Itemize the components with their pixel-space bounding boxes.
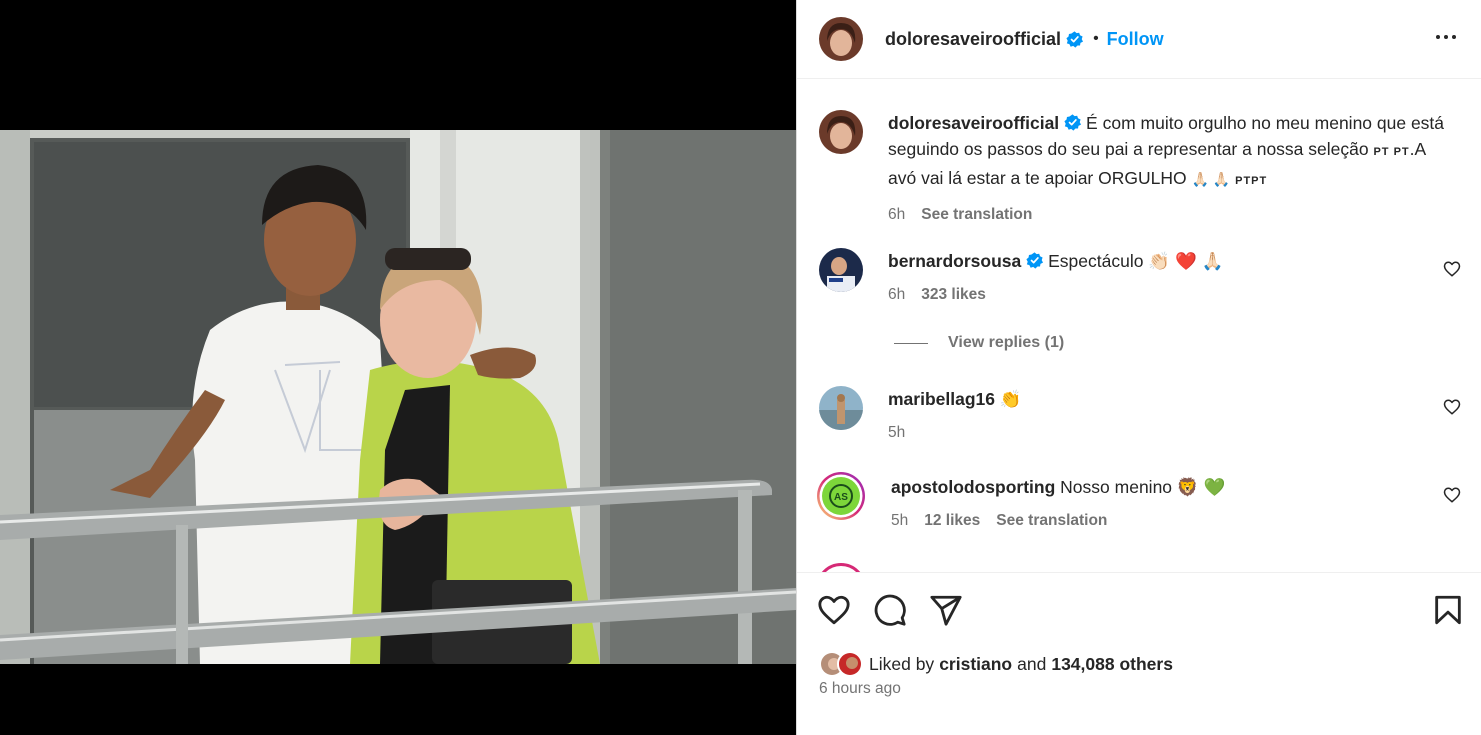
comment-body: bernardorsousa Espectáculo 👏🏻 ❤️ 🙏🏻 6h 3… [888, 248, 1443, 308]
comment-time[interactable]: 5h [888, 420, 905, 446]
comment-emoji: 👏 [999, 389, 1022, 409]
comment-row: maribellag16 👏 5h [819, 386, 1461, 446]
flag-text-1: PT PT [1373, 146, 1410, 158]
avatar-image [819, 110, 863, 154]
follow-button[interactable]: Follow [1107, 29, 1164, 50]
avatar-image [819, 386, 863, 430]
commenter-avatar[interactable] [819, 386, 863, 430]
caption: doloresaveiroofficial É com muito orgulh… [819, 110, 1459, 228]
svg-text:AS: AS [834, 492, 848, 503]
comment-likes[interactable]: 12 likes [924, 508, 980, 534]
caption-avatar[interactable] [819, 110, 863, 154]
avatar-image [819, 248, 863, 292]
separator-dot: • [1093, 30, 1099, 47]
post-media [0, 0, 796, 735]
post-header: doloresaveiroofficial • Follow [797, 0, 1481, 79]
avatar-image [819, 17, 863, 61]
comment-row: AS apostolodosporting Nosso menino 🦁 💚 5… [816, 471, 1461, 534]
verified-badge-icon [1066, 30, 1084, 48]
post-side-panel: doloresaveiroofficial • Follow doloresav… [796, 0, 1481, 735]
comment-text: Espectáculo [1048, 251, 1144, 271]
comment-like-heart-icon[interactable] [1443, 486, 1461, 504]
comment-time[interactable]: 6h [888, 282, 905, 308]
photo-illustration [0, 130, 796, 664]
caption-emoji: 🙏🏻 🙏🏻 [1191, 171, 1231, 187]
see-translation-button[interactable]: See translation [996, 508, 1107, 534]
caption-text: doloresaveiroofficial É com muito orgulh… [888, 110, 1448, 194]
caption-body: doloresaveiroofficial É com muito orgulh… [888, 110, 1448, 228]
commenter-avatar[interactable] [819, 248, 863, 292]
caption-meta: 6h See translation [888, 202, 1448, 228]
likes-summary[interactable]: Liked by cristiano and 134,088 others [819, 651, 1173, 677]
comment-icon[interactable] [873, 593, 907, 627]
comment-body: apostolodosporting Nosso menino 🦁 💚 5h 1… [891, 474, 1446, 534]
author-avatar[interactable] [819, 17, 863, 61]
verified-badge-icon [1064, 114, 1082, 131]
comment-meta: 5h 12 likes See translation [891, 508, 1446, 534]
commenter-avatar[interactable]: AS [816, 471, 866, 521]
liker-avatars [819, 651, 869, 677]
comment-row: bernardorsousa Espectáculo 👏🏻 ❤️ 🙏🏻 6h 3… [819, 248, 1461, 308]
flag-text-2: PTPT [1235, 175, 1268, 187]
avatar-image: AS [817, 472, 865, 520]
post-photo[interactable] [0, 130, 796, 664]
comment-emoji: 🦁 💚 [1176, 477, 1226, 497]
caption-username[interactable]: doloresaveiroofficial [888, 113, 1059, 133]
heart-icon[interactable] [817, 593, 851, 627]
comments-list[interactable]: doloresaveiroofficial É com muito orgulh… [797, 80, 1481, 572]
post-timestamp[interactable]: 6 hours ago [819, 680, 901, 698]
comment-username[interactable]: maribellag16 [888, 389, 995, 409]
see-translation-button[interactable]: See translation [921, 202, 1032, 228]
comment-meta: 5h [888, 420, 1443, 446]
bookmark-icon[interactable] [1431, 593, 1465, 627]
comment-like-heart-icon[interactable] [1443, 398, 1461, 416]
share-icon[interactable] [929, 593, 963, 627]
liker-avatar [837, 651, 863, 677]
view-replies-button[interactable]: View replies (1) [894, 334, 1064, 352]
view-replies-label: View replies (1) [948, 334, 1065, 351]
post-actions: Liked by cristiano and 134,088 others 6 … [797, 572, 1481, 735]
comment-username[interactable]: apostolodosporting [891, 477, 1055, 497]
comment-body: maribellag16 👏 5h [888, 386, 1443, 446]
replies-divider [894, 342, 928, 344]
comment-time[interactable]: 5h [891, 508, 908, 534]
more-options-icon[interactable] [1434, 25, 1458, 49]
comment-meta: 6h 323 likes [888, 282, 1443, 308]
comment-likes[interactable]: 323 likes [921, 282, 986, 308]
comment-emoji: 👏🏻 ❤️ 🙏🏻 [1148, 251, 1224, 271]
verified-badge-icon [1026, 252, 1044, 269]
comment-username[interactable]: bernardorsousa [888, 251, 1021, 271]
liked-by-user[interactable]: cristiano [939, 654, 1012, 675]
liked-by-count[interactable]: 134,088 others [1051, 654, 1173, 675]
comment-like-heart-icon[interactable] [1443, 260, 1461, 278]
liked-by-middle: and [1017, 653, 1047, 674]
author-username[interactable]: doloresaveiroofficial [885, 29, 1061, 50]
caption-time[interactable]: 6h [888, 202, 905, 228]
liked-by-prefix: Liked by [869, 653, 935, 674]
comment-text: Nosso menino [1060, 477, 1173, 497]
next-comment-avatar-partial [816, 563, 866, 572]
